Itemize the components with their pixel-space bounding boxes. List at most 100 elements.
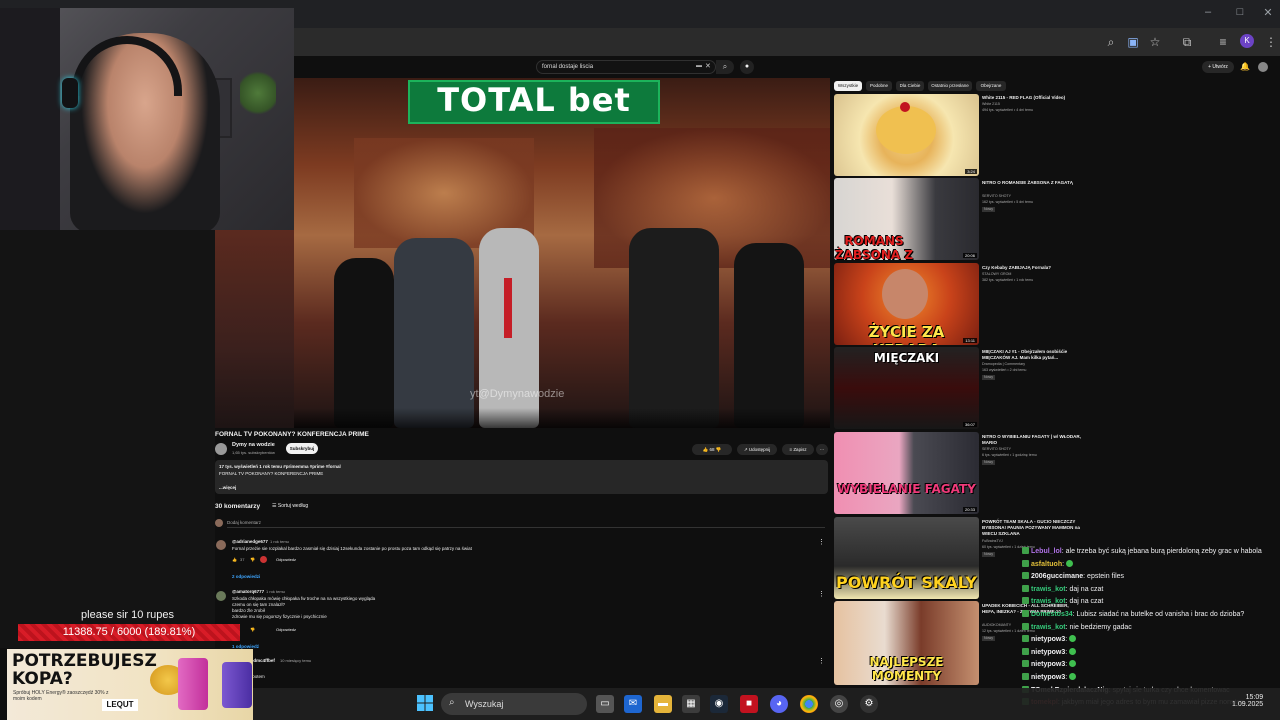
rec-channel[interactable]: SERVITO SHOTY [982,194,1011,199]
obs-icon[interactable]: ◎ [830,695,848,713]
chip-related[interactable]: Podobne [866,81,892,91]
comment-menu-icon[interactable]: ⋮ [818,538,825,546]
rec-title[interactable]: Czy Kebaby ZABIJAJĄ Fornala? [982,265,1082,271]
channel-avatar[interactable] [215,443,227,455]
comment-like-icon[interactable]: 👍 [232,557,237,562]
add-comment-input[interactable]: Dodaj komentarz [227,520,261,525]
media-queue-icon[interactable]: ≡ [1214,34,1232,50]
minimize-button[interactable]: – [1200,6,1216,20]
youtube-avatar[interactable] [1258,62,1268,72]
clock-date: 1.09.2025 [1232,701,1264,708]
chat-username[interactable]: trawis_kot [1031,598,1066,605]
task-view-icon[interactable]: ▭ [596,695,614,713]
comment-avatar[interactable] [216,540,226,550]
app-icon[interactable]: ■ [740,695,758,713]
search-input[interactable]: fornal dostaje liscia [536,60,716,74]
rec-title[interactable]: White 2115 - RED FLAG (Official Video) [982,95,1082,101]
rec-title[interactable]: MIĘCZAKI AJ #1 - Obejrzałem osobiśćie MI… [982,349,1082,361]
extensions-icon[interactable]: ⧉ [1178,34,1196,50]
profile-avatar[interactable]: K [1240,34,1254,48]
chat-username[interactable]: nietypow3 [1031,649,1065,656]
comment-dislike-icon[interactable]: 👎 [250,557,255,562]
discord-icon[interactable]: ◕ [770,695,788,713]
chat-username[interactable]: nietypow3 [1031,636,1065,643]
chip-watched[interactable]: Obejrzane [976,81,1006,91]
steam-icon[interactable]: ◉ [710,695,728,713]
rec-channel[interactable]: Dramopedia | Commentary [982,362,1025,367]
rec-title[interactable]: NITRO O ROMANSIE ŻABSONA Z FAGATĄ [982,180,1082,186]
chip-recent[interactable]: Ostatnio przesłane [928,81,972,91]
description-stats: 17 tys. wyświetleń 1 rok temu #primemma … [219,464,341,469]
rec-channel[interactable]: White 2115 [982,102,1000,107]
cast-icon[interactable]: ▣ [1124,34,1142,50]
rec-thumbnail[interactable]: POWRÓT SKALY [834,517,979,599]
comments-count: 30 komentarzy [215,503,261,510]
more-actions-button[interactable]: ⋯ [816,444,828,455]
store-icon[interactable]: ▦ [682,695,700,713]
close-window-button[interactable]: ✕ [1260,6,1276,20]
chrome-icon[interactable] [800,695,818,713]
comment-user[interactable]: @amatorq6777 [232,589,264,594]
comment-menu-icon[interactable]: ⋮ [818,657,825,665]
video-player[interactable] [294,78,830,428]
chip-all[interactable]: Wszystkie [834,81,862,91]
chip-for-you[interactable]: Dla Ciebie [896,81,924,91]
rec-thumbnail[interactable]: NAJLEPSZE MOMENTY [834,601,979,685]
comment-text: Fornal przeżie sie rozplakal bardzo zasm… [232,546,472,551]
comment-avatar[interactable] [216,591,226,601]
windows-start-icon[interactable] [417,695,433,711]
rec-title[interactable]: POWRÓT TEAM SKALA - GUCIO NIECZCZY BYBSO… [982,519,1082,537]
chat-username[interactable]: 2006guccimane [1031,573,1083,580]
thumbs-up-icon[interactable]: 👍 [703,447,709,452]
create-button[interactable]: + Utwórz [1202,61,1234,73]
subscribe-button[interactable]: Subskrybuj [286,443,318,454]
zoom-icon[interactable]: ⌕ [1102,34,1120,50]
chat-username[interactable]: asfaltuoh [1031,561,1062,568]
rec-meta: 162 tys. wyświetleń • 5 dni temu [982,200,1033,204]
save-button[interactable]: ≡ Zapisz [782,444,814,455]
rec-thumbnail[interactable]: WYBIELANIE FAGATY 20:33 [834,432,979,514]
mail-icon[interactable]: ✉ [624,695,642,713]
rec-title[interactable]: NITRO O WYBIELANIU FAGATY | w/ WŁODAR, M… [982,434,1082,446]
keyboard-icon[interactable]: ▬ [696,63,702,69]
video-watermark: yt@Dymynawodzie [470,388,565,400]
rec-channel[interactable]: FuBrainsTVJ [982,539,1003,544]
taskbar-search[interactable]: Wyszukaj [441,693,587,715]
rec-thumbnail[interactable]: 3:24 [834,94,979,176]
comment-user[interactable]: @adrianedge677 [232,539,268,544]
comment-dislike-icon[interactable]: 👎 [250,627,255,632]
comment-menu-icon[interactable]: ⋮ [818,590,825,598]
rec-channel[interactable]: SERVITO SHOTY [982,447,1011,452]
comment-replies-toggle[interactable]: 2 odpowiedzi [232,574,260,579]
rec-thumbnail[interactable]: ROMANS ŻABSONA Z FAGATA 20:06 [834,178,979,260]
comment-reply-button[interactable]: Odpowiedz [276,557,296,562]
chat-username[interactable]: nietypow3 [1031,674,1065,681]
thumbs-down-icon[interactable]: 👎 [716,447,722,452]
app-icon[interactable]: ⚙ [860,695,878,713]
rec-channel[interactable]: STALOWY GROM [982,272,1011,277]
maximize-button[interactable]: □ [1232,6,1248,20]
rec-thumbnail[interactable]: MIĘCZAKI 36:07 [834,347,979,429]
microphone-icon[interactable]: ● [740,60,754,74]
notifications-bell-icon[interactable]: 🔔 [1240,62,1250,71]
chat-username[interactable]: trawis_kot [1031,624,1066,631]
chat-username[interactable]: Domestos34 [1031,611,1073,618]
channel-name[interactable]: Dymy na wodzie [232,442,275,448]
chat-username[interactable]: nietypow3 [1031,661,1065,668]
share-button[interactable]: ↗ Udostępnij [737,444,777,455]
clear-search-icon[interactable]: ✕ [705,62,711,70]
rec-channel[interactable]: AUDIOKOMANTY [982,623,1011,628]
taskbar-clock: 15:09 1.09.2025 [1232,694,1263,708]
chat-username[interactable]: trawis_kot [1031,586,1066,593]
sort-comments-button[interactable]: ☰ Sortuj według [272,503,308,509]
bookmark-star-icon[interactable]: ☆ [1146,34,1164,50]
like-dislike-button[interactable]: 👍 68 👎 [692,444,732,455]
rec-thumbnail[interactable]: ŻYCIE ZA KEBABA 13:11 [834,263,979,345]
chat-text: : ale trzeba być suką jebana burą pierdo… [1061,548,1262,555]
chat-username[interactable]: Lebul_lol [1031,548,1062,555]
show-more-link[interactable]: ...więcej [219,485,236,490]
browser-menu-icon[interactable]: ⋮ [1262,34,1280,50]
file-explorer-icon[interactable]: ▬ [654,695,672,713]
search-button[interactable]: ⌕ [716,60,734,74]
comment-reply-button[interactable]: Odpowiedz [276,627,296,632]
